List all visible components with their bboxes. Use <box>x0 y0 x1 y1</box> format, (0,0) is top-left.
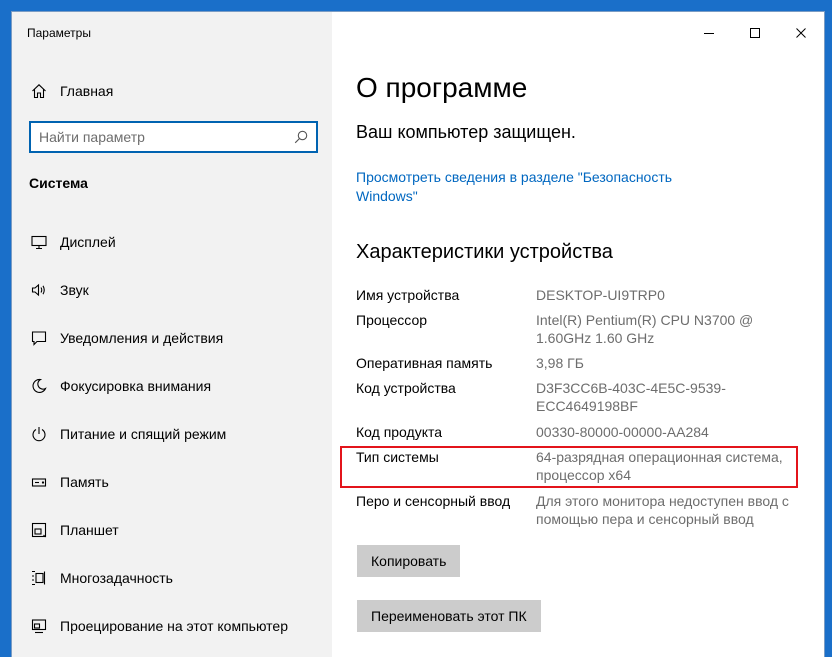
spec-value: Intel(R) Pentium(R) CPU N3700 @ 1.60GHz … <box>536 312 754 346</box>
spec-label: Имя устройства <box>356 287 460 303</box>
rename-pc-button[interactable]: Переименовать этот ПК <box>357 600 541 632</box>
notifications-icon <box>30 329 48 347</box>
sidebar-item-label: Проецирование на этот компьютер <box>60 618 288 634</box>
spec-row-pen-touch: Перо и сенсорный ввод Для этого монитора… <box>356 492 806 528</box>
sidebar-item-label: Память <box>60 474 109 490</box>
sidebar: Параметры Главная Система <box>12 12 332 657</box>
device-specs-table: Имя устройства DESKTOP-UI9TRP0 Процессор… <box>356 286 806 528</box>
window-controls <box>686 12 824 54</box>
device-specs-title: Характеристики устройства <box>356 241 613 263</box>
spec-value: 3,98 ГБ <box>536 355 584 371</box>
sidebar-nav-list: Дисплей Звук Уведомления и действия Фоку… <box>12 218 332 650</box>
spec-row-device-name: Имя устройства DESKTOP-UI9TRP0 <box>356 286 806 304</box>
main-content: О программе Ваш компьютер защищен. Просм… <box>332 12 824 657</box>
home-icon <box>30 82 48 100</box>
sidebar-item-label: Дисплей <box>60 234 116 250</box>
close-button[interactable] <box>778 12 824 54</box>
copy-button[interactable]: Копировать <box>357 545 461 577</box>
sidebar-item-sound[interactable]: Звук <box>12 266 332 314</box>
sidebar-item-label: Питание и спящий режим <box>60 426 227 442</box>
spec-label: Код устройства <box>356 380 456 396</box>
spec-value: Для этого монитора недоступен ввод с пом… <box>536 493 789 527</box>
spec-label: Перо и сенсорный ввод <box>356 493 511 509</box>
spec-row-product-id: Код продукта 00330-80000-00000-AA284 <box>356 423 806 441</box>
sidebar-item-storage[interactable]: Память <box>12 458 332 506</box>
spec-value: D3F3CC6B-403C-4E5C-9539-ECC4649198BF <box>536 380 726 414</box>
sound-icon <box>30 281 48 299</box>
system-type-highlight <box>340 446 798 488</box>
sidebar-item-tablet[interactable]: Планшет <box>12 506 332 554</box>
multitasking-icon <box>30 569 48 587</box>
sidebar-item-label: Планшет <box>60 522 119 538</box>
settings-window: Параметры Главная Система <box>12 12 824 657</box>
spec-value: 00330-80000-00000-AA284 <box>536 424 709 440</box>
minimize-icon <box>704 33 714 34</box>
sidebar-item-label: Звук <box>60 282 89 298</box>
tablet-icon <box>30 521 48 539</box>
sidebar-item-label: Многозадачность <box>60 570 173 586</box>
maximize-icon <box>750 28 760 38</box>
minimize-button[interactable] <box>686 12 732 54</box>
spec-label: Код продукта <box>356 424 443 440</box>
sidebar-item-home[interactable]: Главная <box>12 76 332 106</box>
page-title: О программе <box>356 72 528 103</box>
storage-icon <box>30 473 48 491</box>
window-title: Параметры <box>27 26 91 40</box>
sidebar-item-notifications[interactable]: Уведомления и действия <box>12 314 332 362</box>
sidebar-item-label: Уведомления и действия <box>60 330 224 346</box>
sidebar-item-projecting[interactable]: Проецирование на этот компьютер <box>12 602 332 650</box>
sidebar-item-label: Фокусировка внимания <box>60 378 212 394</box>
spec-row-ram: Оперативная память 3,98 ГБ <box>356 354 806 372</box>
security-details-link[interactable]: Просмотреть сведения в разделе "Безопасн… <box>356 168 696 206</box>
search-box <box>29 121 318 153</box>
power-icon <box>30 425 48 443</box>
spec-label: Оперативная память <box>356 355 493 371</box>
sidebar-item-power[interactable]: Питание и спящий режим <box>12 410 332 458</box>
section-title-system: Система <box>29 175 88 191</box>
focus-assist-icon <box>30 377 48 395</box>
sidebar-item-focus-assist[interactable]: Фокусировка внимания <box>12 362 332 410</box>
protection-status: Ваш компьютер защищен. <box>356 122 576 142</box>
spec-row-processor: Процессор Intel(R) Pentium(R) CPU N3700 … <box>356 311 806 347</box>
spec-row-device-id: Код устройства D3F3CC6B-403C-4E5C-9539-E… <box>356 379 806 415</box>
sidebar-item-multitasking[interactable]: Многозадачность <box>12 554 332 602</box>
close-icon <box>796 28 806 38</box>
spec-value: DESKTOP-UI9TRP0 <box>536 287 665 303</box>
sidebar-item-display[interactable]: Дисплей <box>12 218 332 266</box>
projecting-icon <box>30 617 48 635</box>
display-icon <box>30 233 48 251</box>
home-label: Главная <box>60 83 114 99</box>
search-input[interactable] <box>31 123 281 151</box>
spec-label: Процессор <box>356 312 428 328</box>
maximize-button[interactable] <box>732 12 778 54</box>
search-icon[interactable] <box>294 130 308 149</box>
